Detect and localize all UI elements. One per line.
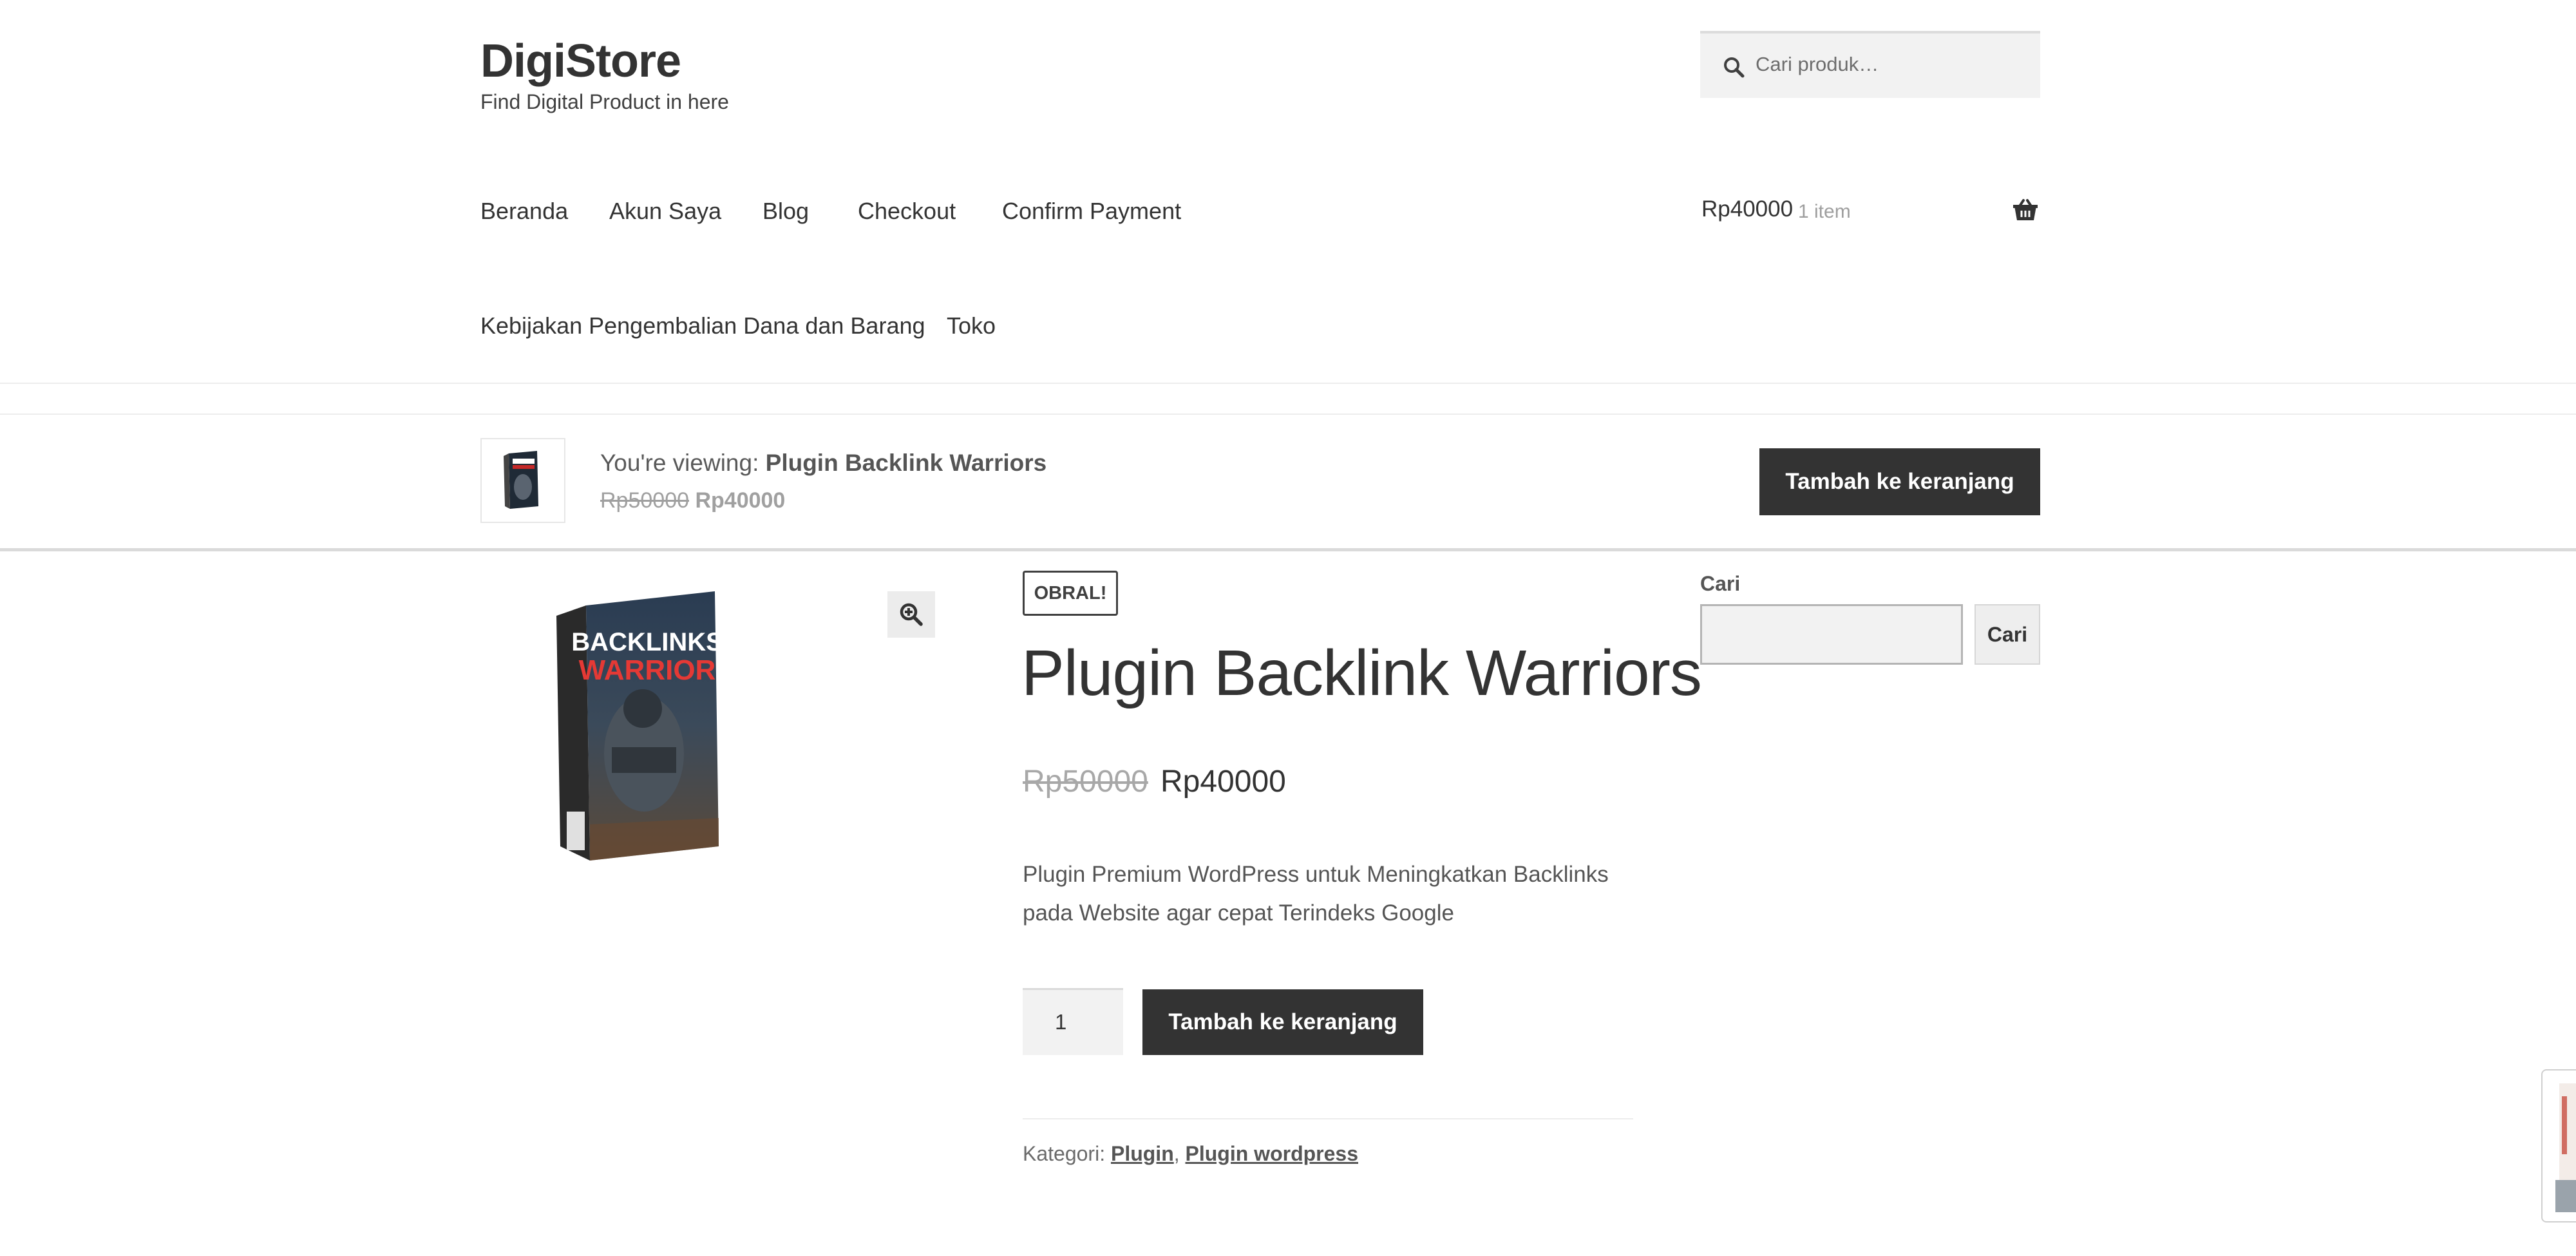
product-box-text-2: WARRIOR bbox=[579, 654, 716, 686]
nav-item-confirm-payment[interactable]: Confirm Payment bbox=[1002, 197, 1181, 225]
viewing-prefix: You're viewing: bbox=[600, 450, 759, 476]
sidebar-search-label: Cari bbox=[1700, 572, 1741, 595]
nav-item-beranda[interactable]: Beranda bbox=[480, 197, 568, 225]
product-image[interactable]: BACKLINKS WARRIOR bbox=[528, 580, 747, 876]
sticky-price-old: Rp50000 bbox=[600, 488, 690, 513]
price-old: Rp50000 bbox=[1023, 765, 1148, 799]
product-box-text-1: BACKLINKS bbox=[571, 628, 723, 656]
cart-total[interactable]: Rp40000 bbox=[1701, 196, 1793, 222]
product-box-thumbnail-icon bbox=[504, 451, 538, 509]
add-to-cart-button[interactable]: Tambah ke keranjang bbox=[1142, 989, 1423, 1055]
site-tagline: Find Digital Product in here bbox=[480, 90, 729, 113]
sticky-price-new: Rp40000 bbox=[695, 488, 786, 513]
price-new: Rp40000 bbox=[1160, 765, 1286, 799]
nav-item-toko[interactable]: Toko bbox=[947, 312, 996, 340]
basket-icon[interactable] bbox=[2012, 198, 2039, 223]
nav-item-kebijakan[interactable]: Kebijakan Pengembalian Dana dan Barang bbox=[480, 312, 925, 340]
sticky-prices: Rp50000 Rp40000 bbox=[600, 488, 785, 513]
nav-item-blog[interactable]: Blog bbox=[762, 197, 809, 225]
sticky-add-to-cart-button[interactable]: Tambah ke keranjang bbox=[1759, 448, 2040, 515]
product-search-input[interactable]: Cari produk… bbox=[1700, 31, 2040, 98]
site-title[interactable]: DigiStore bbox=[480, 32, 681, 90]
zoom-in-icon bbox=[900, 603, 923, 626]
nav-item-checkout[interactable]: Checkout bbox=[858, 197, 956, 225]
categories-label: Kategori: bbox=[1023, 1142, 1106, 1165]
product-description: Plugin Premium WordPress untuk Meningkat… bbox=[1023, 862, 1609, 926]
product-title: Plugin Backlink Warriors bbox=[1021, 637, 1702, 709]
floating-tab-graphic bbox=[2555, 1083, 2576, 1212]
floating-side-tab[interactable] bbox=[2541, 1069, 2576, 1223]
category-link-plugin-wordpress[interactable]: Plugin wordpress bbox=[1186, 1142, 1358, 1165]
quantity-input[interactable]: 1 bbox=[1023, 988, 1123, 1055]
meta-divider bbox=[1023, 1118, 1633, 1119]
sticky-add-to-cart-bar bbox=[0, 414, 2576, 551]
search-icon bbox=[1724, 57, 1745, 78]
sticky-viewing-text: You're viewing: Plugin Backlink Warriors bbox=[600, 450, 1046, 477]
nav-item-akun-saya[interactable]: Akun Saya bbox=[609, 197, 721, 225]
sidebar-search-button[interactable]: Cari bbox=[1975, 604, 2040, 665]
product-categories: Kategori: Plugin, Plugin wordpress bbox=[1023, 1142, 1358, 1165]
sticky-product-thumbnail bbox=[480, 438, 565, 523]
header-divider bbox=[0, 383, 2576, 384]
zoom-button[interactable] bbox=[887, 591, 935, 638]
viewing-product-name: Plugin Backlink Warriors bbox=[765, 450, 1047, 476]
cart-count[interactable]: 1 item bbox=[1798, 201, 1851, 223]
sale-badge: OBRAL! bbox=[1023, 571, 1118, 616]
sidebar-search-input[interactable] bbox=[1700, 604, 1963, 665]
category-link-plugin[interactable]: Plugin bbox=[1111, 1142, 1174, 1165]
search-placeholder: Cari produk… bbox=[1756, 53, 1879, 75]
